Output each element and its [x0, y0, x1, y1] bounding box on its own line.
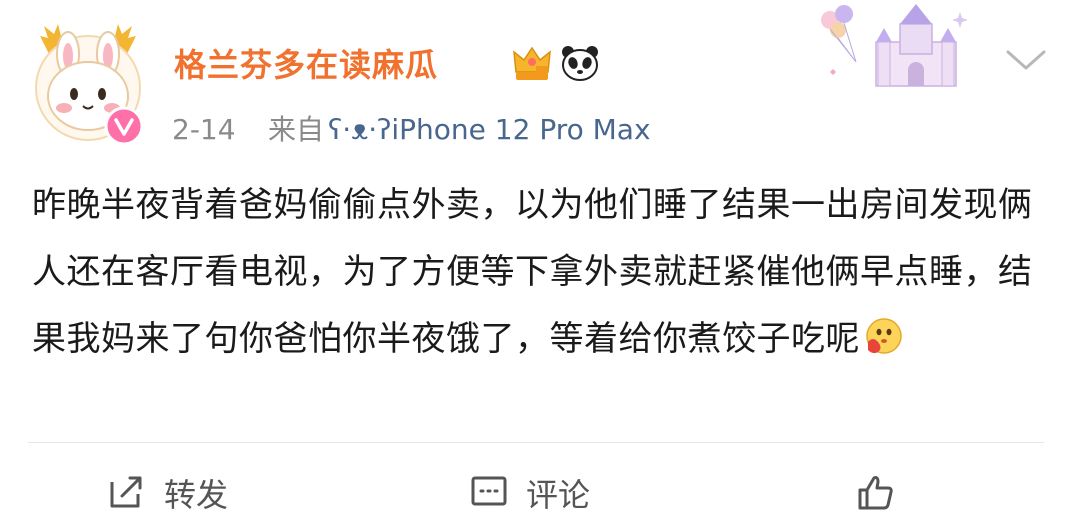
post-meta: 2-14 来自 ʕ·ᴥ·ʔiPhone 12 Pro Max [172, 108, 651, 148]
drooling-face-emoji-icon [866, 318, 902, 354]
avatar[interactable] [28, 16, 148, 146]
username[interactable]: 格兰芬多在读麻瓜 [174, 40, 438, 86]
repost-label: 转发 [164, 476, 229, 514]
like-button[interactable] [856, 462, 912, 512]
castle-balloon-icon [821, 4, 968, 87]
comment-icon [471, 476, 507, 506]
divider [28, 442, 1044, 443]
source-prefix: 来自 [268, 113, 325, 146]
chevron-down-icon[interactable] [1004, 46, 1048, 74]
comment-label: 评论 [526, 476, 591, 514]
vip-badge-icon [104, 106, 144, 146]
source-device-link[interactable]: ʕ·ᴥ·ʔiPhone 12 Pro Max [328, 113, 651, 146]
post-content: 昨晚半夜背着爸妈偷偷点外卖，以为他们睡了结果一出房间发现俩人还在客厅看电视，为了… [32, 172, 1042, 373]
comment-button[interactable]: 评论 [470, 462, 590, 514]
post-date: 2-14 [172, 113, 236, 146]
panda-icon[interactable] [560, 44, 600, 82]
repost-button[interactable]: 转发 [108, 462, 228, 514]
thumbs-up-icon [858, 476, 893, 510]
crown-icon[interactable] [510, 42, 554, 84]
repost-icon [110, 476, 142, 508]
